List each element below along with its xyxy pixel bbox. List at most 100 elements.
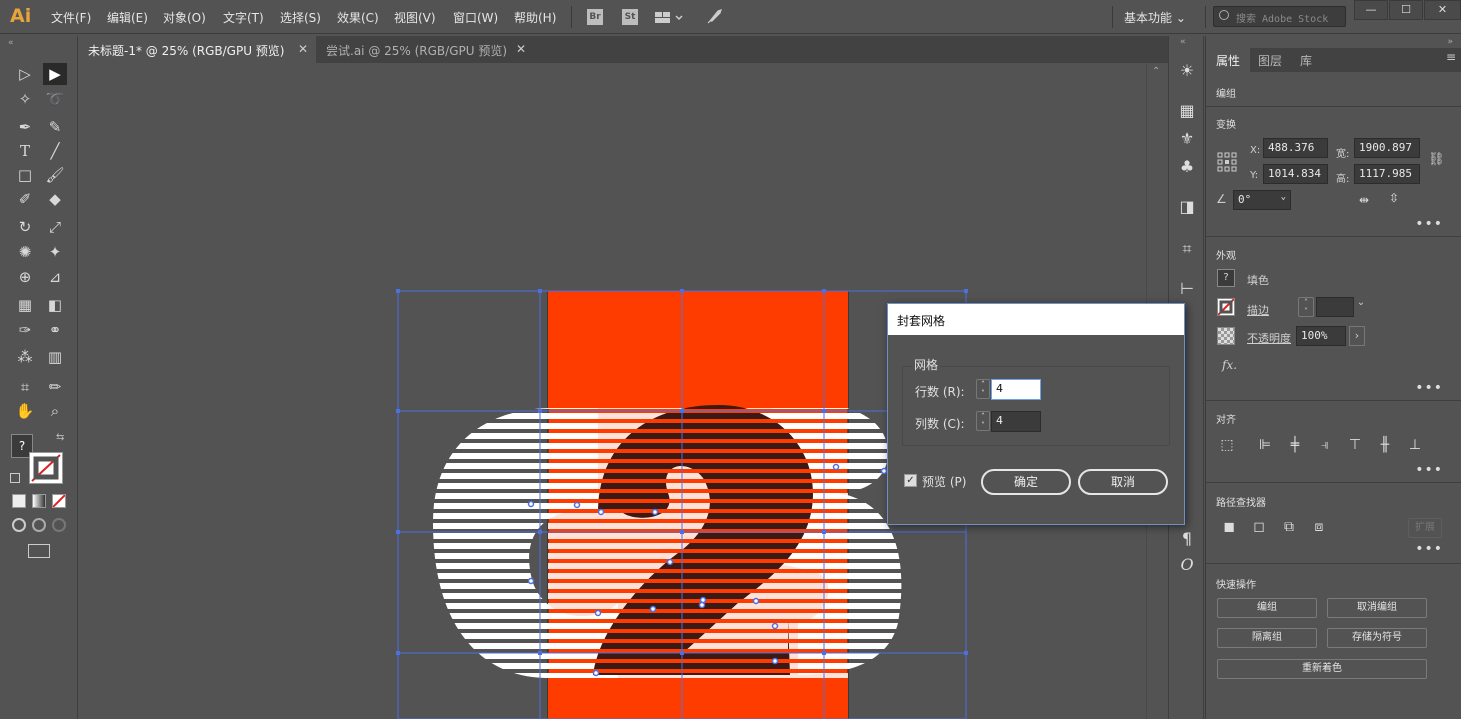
more-options-icon[interactable]: ••• bbox=[1415, 541, 1443, 557]
opacity-expand-icon[interactable]: › bbox=[1349, 326, 1365, 346]
selection-tool-icon[interactable]: ▷ bbox=[13, 63, 37, 85]
more-options-icon[interactable]: ••• bbox=[1415, 216, 1443, 232]
blend-tool-icon[interactable]: ⚭ bbox=[43, 319, 67, 341]
tab-untitled-1[interactable]: 未标题-1* @ 25% (RGB/GPU 预览) ✕ bbox=[78, 36, 316, 63]
zoom-tool-icon[interactable]: ⌕ bbox=[43, 400, 67, 422]
tab-properties[interactable]: 属性 bbox=[1206, 48, 1251, 72]
columns-stepper[interactable]: ˄ ˅ bbox=[976, 411, 990, 431]
stock-button[interactable]: St bbox=[622, 9, 638, 25]
perspective-grid-tool-icon[interactable]: ⊿ bbox=[43, 266, 67, 288]
stroke-label[interactable]: 描边 bbox=[1247, 302, 1269, 318]
x-field[interactable]: 488.376 bbox=[1263, 138, 1328, 158]
default-colors-icon[interactable] bbox=[10, 473, 20, 483]
color-mode-icon[interactable] bbox=[12, 494, 26, 508]
stock-search-input[interactable]: 搜索 Adobe Stock bbox=[1213, 6, 1346, 27]
cancel-button[interactable]: 取消 bbox=[1078, 469, 1168, 495]
pathfinder-expand-button[interactable]: 扩展 bbox=[1408, 518, 1442, 538]
save-as-symbol-button[interactable]: 存储为符号 bbox=[1327, 628, 1427, 648]
shaper-tool-icon[interactable]: ✐ bbox=[13, 188, 37, 210]
magic-wand-tool-icon[interactable]: ✧ bbox=[13, 88, 37, 110]
pathfinder-exclude-icon[interactable]: ⧈ bbox=[1310, 518, 1328, 536]
tab-test-ai[interactable]: 尝试.ai @ 25% (RGB/GPU 预览) ✕ bbox=[316, 36, 534, 63]
minimize-button[interactable]: — bbox=[1354, 0, 1388, 20]
group-button[interactable]: 编组 bbox=[1217, 598, 1317, 618]
close-icon[interactable]: ✕ bbox=[298, 42, 308, 56]
arrange-documents-button[interactable] bbox=[654, 9, 684, 25]
bridge-button[interactable]: Br bbox=[587, 9, 603, 25]
brushes-icon[interactable]: ⚜ bbox=[1176, 128, 1198, 150]
opacity-label[interactable]: 不透明度 bbox=[1247, 330, 1291, 346]
menu-window[interactable]: 窗口(W) bbox=[453, 9, 498, 26]
eyedropper-tool-icon[interactable]: ✑ bbox=[13, 319, 37, 341]
collapse-panel-icon[interactable]: « bbox=[1180, 37, 1186, 47]
paintbrush-tool-icon[interactable]: 🖌 bbox=[43, 164, 67, 186]
symbols-icon[interactable]: ♣ bbox=[1176, 156, 1198, 178]
align-top-icon[interactable]: ⊤ bbox=[1346, 436, 1364, 454]
tab-libraries[interactable]: 库 bbox=[1290, 48, 1322, 72]
constrain-proportions-icon[interactable]: ⛓ bbox=[1428, 152, 1445, 167]
rows-stepper[interactable]: ˄ ˅ bbox=[976, 379, 990, 399]
reference-point-icon[interactable] bbox=[1217, 152, 1237, 172]
flip-horizontal-icon[interactable]: ⇹ bbox=[1359, 193, 1369, 207]
align-horizontal-center-icon[interactable]: ╪ bbox=[1286, 436, 1304, 454]
workspace-switcher[interactable]: 基本功能 ⌄ bbox=[1124, 9, 1186, 26]
menu-effect[interactable]: 效果(C) bbox=[337, 9, 379, 26]
align-right-icon[interactable]: ⫣ bbox=[1316, 436, 1334, 454]
align-to-selection-icon[interactable]: ⬚ bbox=[1218, 436, 1236, 454]
height-field[interactable]: 1117.985 bbox=[1354, 164, 1420, 184]
columns-input[interactable]: 4 bbox=[991, 411, 1041, 432]
menu-file[interactable]: 文件(F) bbox=[51, 9, 91, 26]
draw-inside-icon[interactable] bbox=[52, 518, 66, 532]
ungroup-button[interactable]: 取消编组 bbox=[1327, 598, 1427, 618]
brightness-icon[interactable]: ☀ bbox=[1176, 60, 1198, 82]
gradient-mode-icon[interactable] bbox=[32, 494, 46, 508]
align-panel-icon[interactable]: ⊢ bbox=[1176, 278, 1198, 300]
fill-swatch-unknown[interactable]: ? bbox=[1217, 269, 1235, 287]
more-options-icon[interactable]: ••• bbox=[1415, 380, 1443, 396]
panel-menu-icon[interactable]: ≡ bbox=[1446, 50, 1456, 64]
none-mode-icon[interactable] bbox=[52, 494, 66, 508]
column-graph-tool-icon[interactable]: ▥ bbox=[43, 346, 67, 368]
rotate-tool-icon[interactable]: ↻ bbox=[13, 216, 37, 238]
lasso-tool-icon[interactable]: ➰ bbox=[43, 88, 67, 110]
stroke-swatch-none[interactable] bbox=[1217, 298, 1235, 316]
artboard-tool-icon[interactable]: ⌗ bbox=[13, 376, 37, 398]
curvature-tool-icon[interactable]: ✎ bbox=[43, 116, 67, 138]
menu-help[interactable]: 帮助(H) bbox=[514, 9, 556, 26]
scroll-up-icon[interactable]: ⌃ bbox=[1152, 66, 1160, 77]
ok-button[interactable]: 确定 bbox=[981, 469, 1071, 495]
pathfinder-unite-icon[interactable]: ◼ bbox=[1220, 518, 1238, 536]
expand-panel-icon[interactable]: » bbox=[1447, 37, 1453, 47]
symbol-sprayer-tool-icon[interactable]: ⁂ bbox=[13, 346, 37, 368]
opentype-icon[interactable]: O bbox=[1176, 554, 1198, 576]
chevron-down-icon[interactable]: ⌄ bbox=[1281, 192, 1286, 202]
mesh-tool-icon[interactable]: ▦ bbox=[13, 294, 37, 316]
type-tool-icon[interactable]: T bbox=[13, 140, 37, 162]
shape-builder-tool-icon[interactable]: ⊕ bbox=[13, 266, 37, 288]
align-vertical-center-icon[interactable]: ╫ bbox=[1376, 436, 1394, 454]
opacity-field[interactable]: 100% bbox=[1296, 326, 1346, 346]
menu-type[interactable]: 文字(T) bbox=[223, 9, 264, 26]
draw-behind-icon[interactable] bbox=[32, 518, 46, 532]
warp-tool-icon[interactable]: ✺ bbox=[13, 241, 37, 263]
transform-panel-icon[interactable]: ⌗ bbox=[1176, 238, 1198, 260]
y-field[interactable]: 1014.834 bbox=[1263, 164, 1328, 184]
align-bottom-icon[interactable]: ⊥ bbox=[1406, 436, 1424, 454]
recolor-button[interactable]: 重新着色 bbox=[1217, 659, 1427, 679]
chevron-down-icon[interactable]: ⌄ bbox=[1352, 297, 1370, 317]
scale-tool-icon[interactable]: ⤢ bbox=[43, 216, 67, 238]
collapse-panel-icon[interactable]: « bbox=[8, 38, 14, 48]
preview-checkbox[interactable]: ✓ bbox=[904, 474, 917, 487]
maximize-button[interactable]: ☐ bbox=[1389, 0, 1423, 20]
close-icon[interactable]: ✕ bbox=[516, 42, 526, 56]
width-field[interactable]: 1900.897 bbox=[1354, 138, 1420, 158]
rotate-field[interactable]: 0° ⌄ bbox=[1233, 190, 1291, 210]
draw-normal-icon[interactable] bbox=[12, 518, 26, 532]
eraser-tool-icon[interactable]: ◆ bbox=[43, 188, 67, 210]
tab-layers[interactable]: 图层 bbox=[1248, 48, 1292, 72]
isolate-group-button[interactable]: 隔离组 bbox=[1217, 628, 1317, 648]
hand-tool-icon[interactable]: ✋ bbox=[13, 400, 37, 422]
close-window-button[interactable]: ✕ bbox=[1424, 0, 1461, 20]
rows-input[interactable]: 4 bbox=[991, 379, 1041, 400]
line-tool-icon[interactable]: ╱ bbox=[43, 140, 67, 162]
